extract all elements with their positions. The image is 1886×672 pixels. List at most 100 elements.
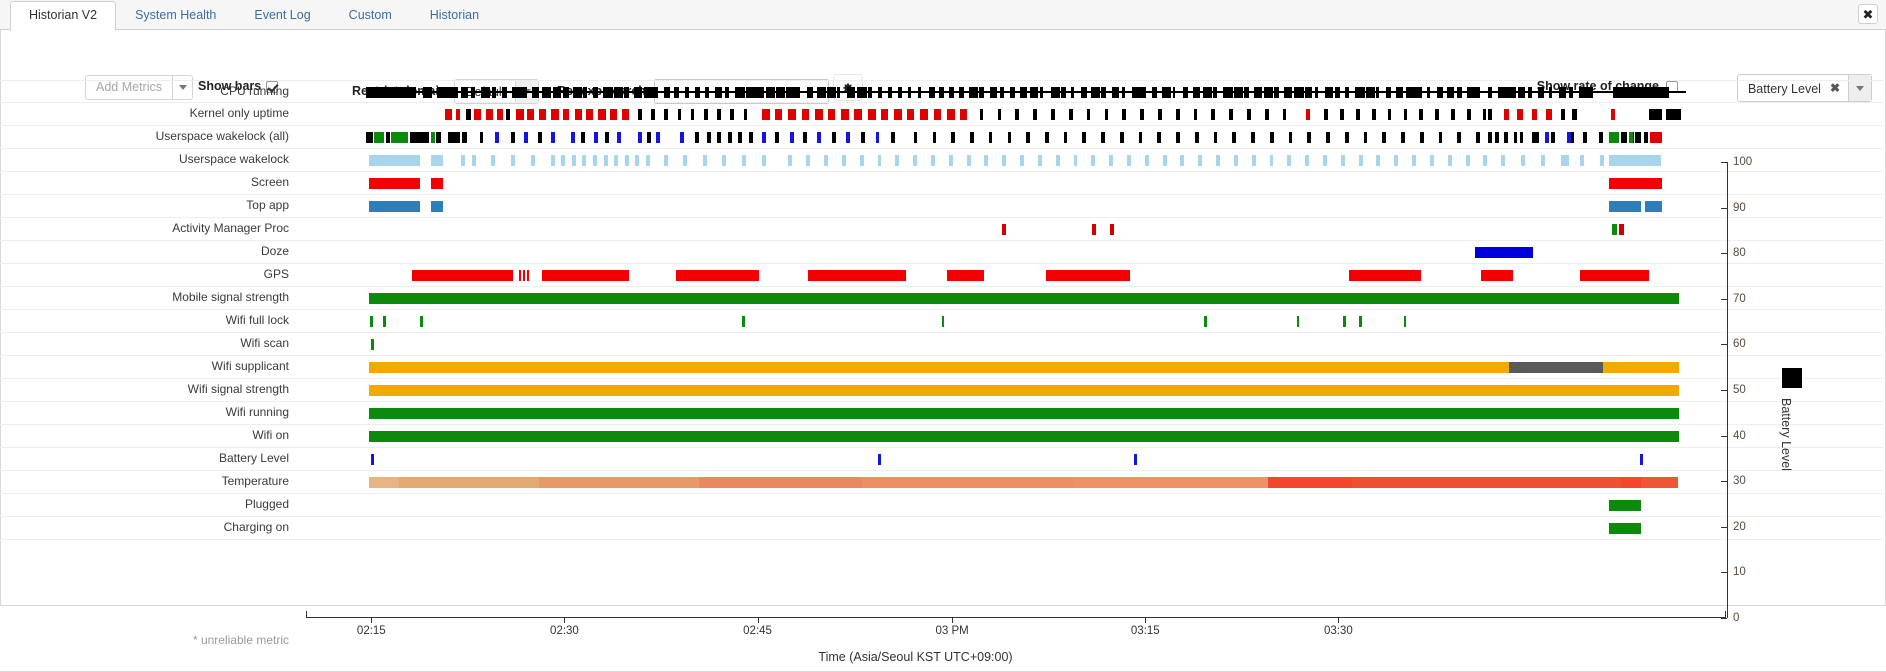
timeline-segment[interactable]	[604, 132, 609, 143]
timeline-segment[interactable]	[1568, 87, 1573, 98]
timeline-segment[interactable]	[1251, 132, 1255, 143]
timeline-segment[interactable]	[1134, 454, 1138, 465]
timeline-segment[interactable]	[582, 155, 587, 166]
timeline-segment[interactable]	[880, 109, 889, 120]
timeline-segment[interactable]	[409, 132, 430, 143]
timeline-segment[interactable]	[1233, 155, 1238, 166]
timeline-segment[interactable]	[1109, 155, 1114, 166]
timeline-segment[interactable]	[674, 87, 680, 98]
timeline-segment[interactable]	[690, 109, 695, 120]
timeline-segment[interactable]	[894, 109, 902, 120]
timeline-segment[interactable]	[1583, 132, 1587, 143]
timeline-segment[interactable]	[495, 132, 500, 143]
timeline-segment[interactable]	[511, 87, 522, 98]
timeline-segment[interactable]	[461, 87, 469, 98]
timeline-segment[interactable]	[1223, 87, 1233, 98]
timeline-segment[interactable]	[1507, 87, 1516, 98]
timeline-segment[interactable]	[694, 132, 699, 143]
timeline-segment[interactable]	[1363, 132, 1368, 143]
timeline-segment[interactable]	[1403, 316, 1407, 327]
timeline-segment[interactable]	[1082, 132, 1087, 143]
timeline-segment[interactable]	[368, 431, 1680, 442]
timeline-segment[interactable]	[1152, 87, 1157, 98]
timeline-segment[interactable]	[637, 132, 642, 143]
timeline-segment[interactable]	[1344, 132, 1349, 143]
timeline-segment[interactable]	[826, 87, 836, 98]
timeline-segment[interactable]	[1213, 87, 1217, 98]
timeline-segment[interactable]	[1263, 87, 1273, 98]
timeline-segment[interactable]	[846, 132, 851, 143]
timeline-segment[interactable]	[841, 109, 850, 120]
timeline-segment[interactable]	[1253, 87, 1262, 98]
timeline-segment[interactable]	[1639, 454, 1643, 465]
timeline-segment[interactable]	[806, 155, 811, 166]
timeline-segment[interactable]	[1629, 132, 1634, 143]
timeline-segment[interactable]	[979, 109, 984, 120]
timeline-segment[interactable]	[532, 87, 540, 98]
timeline-segment[interactable]	[455, 109, 461, 120]
timeline-segment[interactable]	[527, 109, 535, 120]
timeline-segment[interactable]	[1157, 132, 1162, 143]
timeline-segment[interactable]	[867, 87, 873, 98]
timeline-segment[interactable]	[735, 87, 746, 98]
timeline-segment[interactable]	[715, 87, 722, 98]
timeline-segment[interactable]	[1122, 109, 1127, 120]
timeline-segment[interactable]	[730, 109, 734, 120]
timeline-segment[interactable]	[727, 132, 732, 143]
timeline-segment[interactable]	[552, 87, 561, 98]
timeline-segment[interactable]	[1649, 109, 1663, 120]
timeline-segment[interactable]	[1162, 87, 1171, 98]
timeline-segment[interactable]	[1609, 523, 1642, 534]
timeline-segment[interactable]	[461, 155, 465, 166]
timeline-segment[interactable]	[966, 155, 971, 166]
timeline-segment[interactable]	[435, 132, 442, 143]
timeline-segment[interactable]	[1287, 155, 1292, 166]
timeline-segment[interactable]	[1204, 316, 1208, 327]
timeline-segment[interactable]	[676, 270, 760, 281]
timeline-segment[interactable]	[1140, 109, 1144, 120]
timeline-segment[interactable]	[1645, 201, 1663, 212]
timeline-row-track[interactable]	[366, 172, 1686, 195]
timeline-segment[interactable]	[951, 132, 955, 143]
timeline-segment[interactable]	[854, 109, 862, 120]
timeline-segment[interactable]	[1092, 224, 1096, 235]
timeline-segment[interactable]	[1198, 155, 1203, 166]
timeline-segment[interactable]	[1560, 109, 1566, 120]
timeline-segment[interactable]	[1020, 155, 1024, 166]
timeline-segment[interactable]	[999, 87, 1005, 98]
timeline-segment[interactable]	[1609, 201, 1642, 212]
timeline-segment[interactable]	[366, 87, 417, 98]
timeline-segment[interactable]	[1233, 87, 1244, 98]
timeline-segment[interactable]	[1193, 109, 1198, 120]
timeline-segment[interactable]	[616, 132, 621, 143]
timeline-segment[interactable]	[474, 109, 482, 120]
timeline-segment[interactable]	[1429, 155, 1434, 166]
timeline-segment[interactable]	[664, 155, 669, 166]
timeline-segment[interactable]	[878, 454, 882, 465]
timeline-segment[interactable]	[531, 155, 535, 166]
timeline-segment[interactable]	[1229, 109, 1233, 120]
timeline-segment[interactable]	[623, 87, 629, 98]
timeline-segment[interactable]	[796, 87, 800, 98]
timeline-segment[interactable]	[462, 132, 467, 143]
timeline-segment[interactable]	[1060, 87, 1066, 98]
timeline-segment[interactable]	[368, 385, 1680, 396]
timeline-segment[interactable]	[725, 87, 730, 98]
timeline-segment[interactable]	[1482, 109, 1487, 120]
timeline-segment[interactable]	[1465, 155, 1470, 166]
timeline-segment[interactable]	[828, 109, 836, 120]
timeline-segment[interactable]	[1045, 270, 1131, 281]
timeline-segment[interactable]	[1572, 109, 1578, 120]
timeline-segment[interactable]	[997, 109, 1002, 120]
timeline-segment[interactable]	[1138, 132, 1143, 143]
timeline-segment[interactable]	[748, 132, 753, 143]
timeline-segment[interactable]	[1091, 155, 1096, 166]
timeline-segment[interactable]	[664, 109, 668, 120]
timeline-segment[interactable]	[1142, 87, 1146, 98]
timeline-segment[interactable]	[537, 132, 542, 143]
timeline-segment[interactable]	[694, 87, 700, 98]
timeline-segment[interactable]	[370, 454, 374, 465]
timeline-segment[interactable]	[1535, 132, 1540, 143]
timeline-row-track[interactable]	[366, 402, 1686, 425]
timeline-row-track[interactable]	[366, 425, 1686, 448]
